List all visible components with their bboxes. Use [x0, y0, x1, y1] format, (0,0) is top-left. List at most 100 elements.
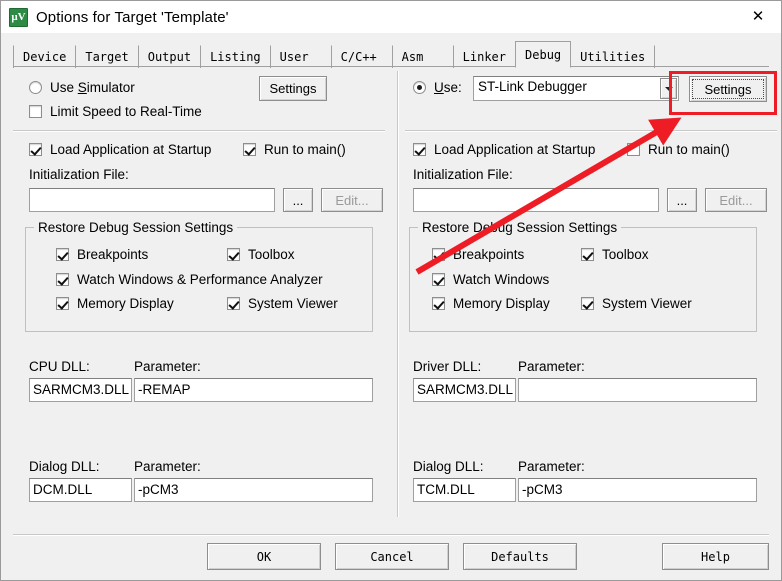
run-to-main-label-right: Run to main() [648, 142, 730, 157]
edit-label-left: Edit... [335, 192, 369, 208]
memory-display-label-right: Memory Display [453, 296, 550, 311]
load-app-label-right: Load Application at Startup [434, 142, 596, 157]
driver-dll-label: Driver DLL: [413, 359, 482, 374]
dialog-dll-label-left: Dialog DLL: [29, 459, 100, 474]
restore-session-group-left: Restore Debug Session Settings Breakpoin… [25, 220, 373, 332]
debugger-settings-button[interactable]: Settings [689, 76, 767, 102]
tab-c-cpp[interactable]: C/C++ [330, 45, 393, 68]
tab-device[interactable]: Device [13, 45, 77, 68]
footer-separator-highlight [13, 535, 769, 536]
dialog-dll-param-label-right: Parameter: [518, 459, 585, 474]
breakpoints-checkbox-left[interactable] [56, 248, 69, 261]
memory-display-checkbox-right[interactable] [432, 297, 445, 310]
cpu-dll-param-input[interactable]: -REMAP [134, 378, 373, 402]
run-to-main-label-left: Run to main() [264, 142, 346, 157]
tab-asm[interactable]: Asm [391, 45, 454, 68]
breakpoints-label-right: Breakpoints [453, 247, 525, 262]
watch-windows-label-right: Watch Windows [453, 272, 550, 287]
driver-dll-param-label: Parameter: [518, 359, 585, 374]
dialog-dll-param-input-right[interactable]: -pCM3 [518, 478, 757, 502]
dialog-dll-param-label-left: Parameter: [134, 459, 201, 474]
run-to-main-checkbox-right[interactable] [627, 143, 640, 156]
use-simulator-label: Use Simulator [50, 80, 135, 95]
memory-display-checkbox-left[interactable] [56, 297, 69, 310]
toolbox-checkbox-left[interactable] [227, 248, 240, 261]
debugger-select[interactable]: ST-Link Debugger [473, 76, 679, 101]
browse-label-right: ... [676, 192, 688, 208]
init-file-input-right[interactable] [413, 188, 659, 212]
load-app-checkbox-left[interactable] [29, 143, 42, 156]
defaults-button[interactable]: Defaults [463, 543, 577, 570]
driver-dll-param-input[interactable] [518, 378, 757, 402]
simulator-settings-button[interactable]: Settings [259, 76, 327, 101]
dialog-dll-input-right[interactable]: TCM.DLL [413, 478, 516, 502]
ok-button[interactable]: OK [207, 543, 321, 570]
browse-label-left: ... [292, 192, 304, 208]
tab-output[interactable]: Output [137, 45, 202, 68]
debugger-pane: Use: ST-Link Debugger Settings Load Appl… [405, 71, 777, 517]
left-separator [13, 130, 385, 131]
cancel-button[interactable]: Cancel [335, 543, 449, 570]
app-icon-glyph: µV [11, 10, 26, 23]
tab-underline [13, 66, 769, 67]
dialog-dll-input-left[interactable]: DCM.DLL [29, 478, 132, 502]
memory-display-label-left: Memory Display [77, 296, 174, 311]
driver-dll-input[interactable]: SARMCM3.DLL [413, 378, 516, 402]
init-file-label-left: Initialization File: [29, 167, 129, 182]
edit-button-right[interactable]: Edit... [705, 188, 767, 212]
tab-listing[interactable]: Listing [200, 45, 271, 68]
limit-speed-checkbox[interactable] [29, 105, 42, 118]
dialog-dll-label-right: Dialog DLL: [413, 459, 484, 474]
edit-button-left[interactable]: Edit... [321, 188, 383, 212]
edit-label-right: Edit... [719, 192, 753, 208]
right-separator [405, 130, 777, 131]
init-file-input-left[interactable] [29, 188, 275, 212]
system-viewer-checkbox-left[interactable] [227, 297, 240, 310]
breakpoints-checkbox-right[interactable] [432, 248, 445, 261]
watch-windows-label-left: Watch Windows & Performance Analyzer [77, 272, 323, 287]
tab-target[interactable]: Target [75, 45, 139, 68]
chevron-down-icon[interactable] [660, 78, 677, 99]
toolbox-checkbox-right[interactable] [581, 248, 594, 261]
simulator-pane: Use Simulator Settings Limit Speed to Re… [13, 71, 385, 517]
title-bar: µV Options for Target 'Template' ✕ [1, 1, 781, 33]
tab-utilities[interactable]: Utilities [570, 45, 656, 68]
load-app-label-left: Load Application at Startup [50, 142, 212, 157]
window-title: Options for Target 'Template' [36, 8, 229, 26]
use-debugger-radio[interactable] [413, 81, 426, 94]
keil-uvision-icon: µV [9, 7, 28, 27]
system-viewer-label-right: System Viewer [602, 296, 692, 311]
cpu-dll-param-label: Parameter: [134, 359, 201, 374]
restore-session-group-right: Restore Debug Session Settings Breakpoin… [409, 220, 757, 332]
watch-windows-checkbox-left[interactable] [56, 273, 69, 286]
init-file-label-right: Initialization File: [413, 167, 513, 182]
simulator-settings-label: Settings [269, 81, 317, 96]
cpu-dll-input[interactable]: SARMCM3.DLL [29, 378, 132, 402]
close-icon[interactable]: ✕ [735, 1, 781, 32]
pane-divider-highlight [398, 71, 399, 517]
browse-button-right[interactable]: ... [667, 188, 697, 212]
watch-windows-checkbox-right[interactable] [432, 273, 445, 286]
system-viewer-label-left: System Viewer [248, 296, 338, 311]
use-simulator-radio[interactable] [29, 81, 42, 94]
debug-panel: Use Simulator Settings Limit Speed to Re… [13, 71, 777, 521]
debugger-settings-label: Settings [704, 81, 752, 97]
cpu-dll-label: CPU DLL: [29, 359, 90, 374]
options-dialog: µV Options for Target 'Template' ✕ Devic… [0, 0, 782, 581]
load-app-checkbox-right[interactable] [413, 143, 426, 156]
use-debugger-label: Use: [434, 80, 462, 95]
dialog-dll-param-input-left[interactable]: -pCM3 [134, 478, 373, 502]
toolbox-label-left: Toolbox [248, 247, 295, 262]
breakpoints-label-left: Breakpoints [77, 247, 149, 262]
tab-strip: Device Target Output Listing User C/C++ … [1, 33, 781, 69]
run-to-main-checkbox-left[interactable] [243, 143, 256, 156]
system-viewer-checkbox-right[interactable] [581, 297, 594, 310]
tab-user[interactable]: User [269, 45, 332, 68]
help-button[interactable]: Help [662, 543, 769, 570]
limit-speed-label: Limit Speed to Real-Time [50, 104, 202, 119]
restore-session-title-left: Restore Debug Session Settings [34, 220, 238, 235]
tab-linker[interactable]: Linker [452, 45, 517, 68]
toolbox-label-right: Toolbox [602, 247, 649, 262]
browse-button-left[interactable]: ... [283, 188, 313, 212]
tab-debug[interactable]: Debug [515, 41, 572, 68]
